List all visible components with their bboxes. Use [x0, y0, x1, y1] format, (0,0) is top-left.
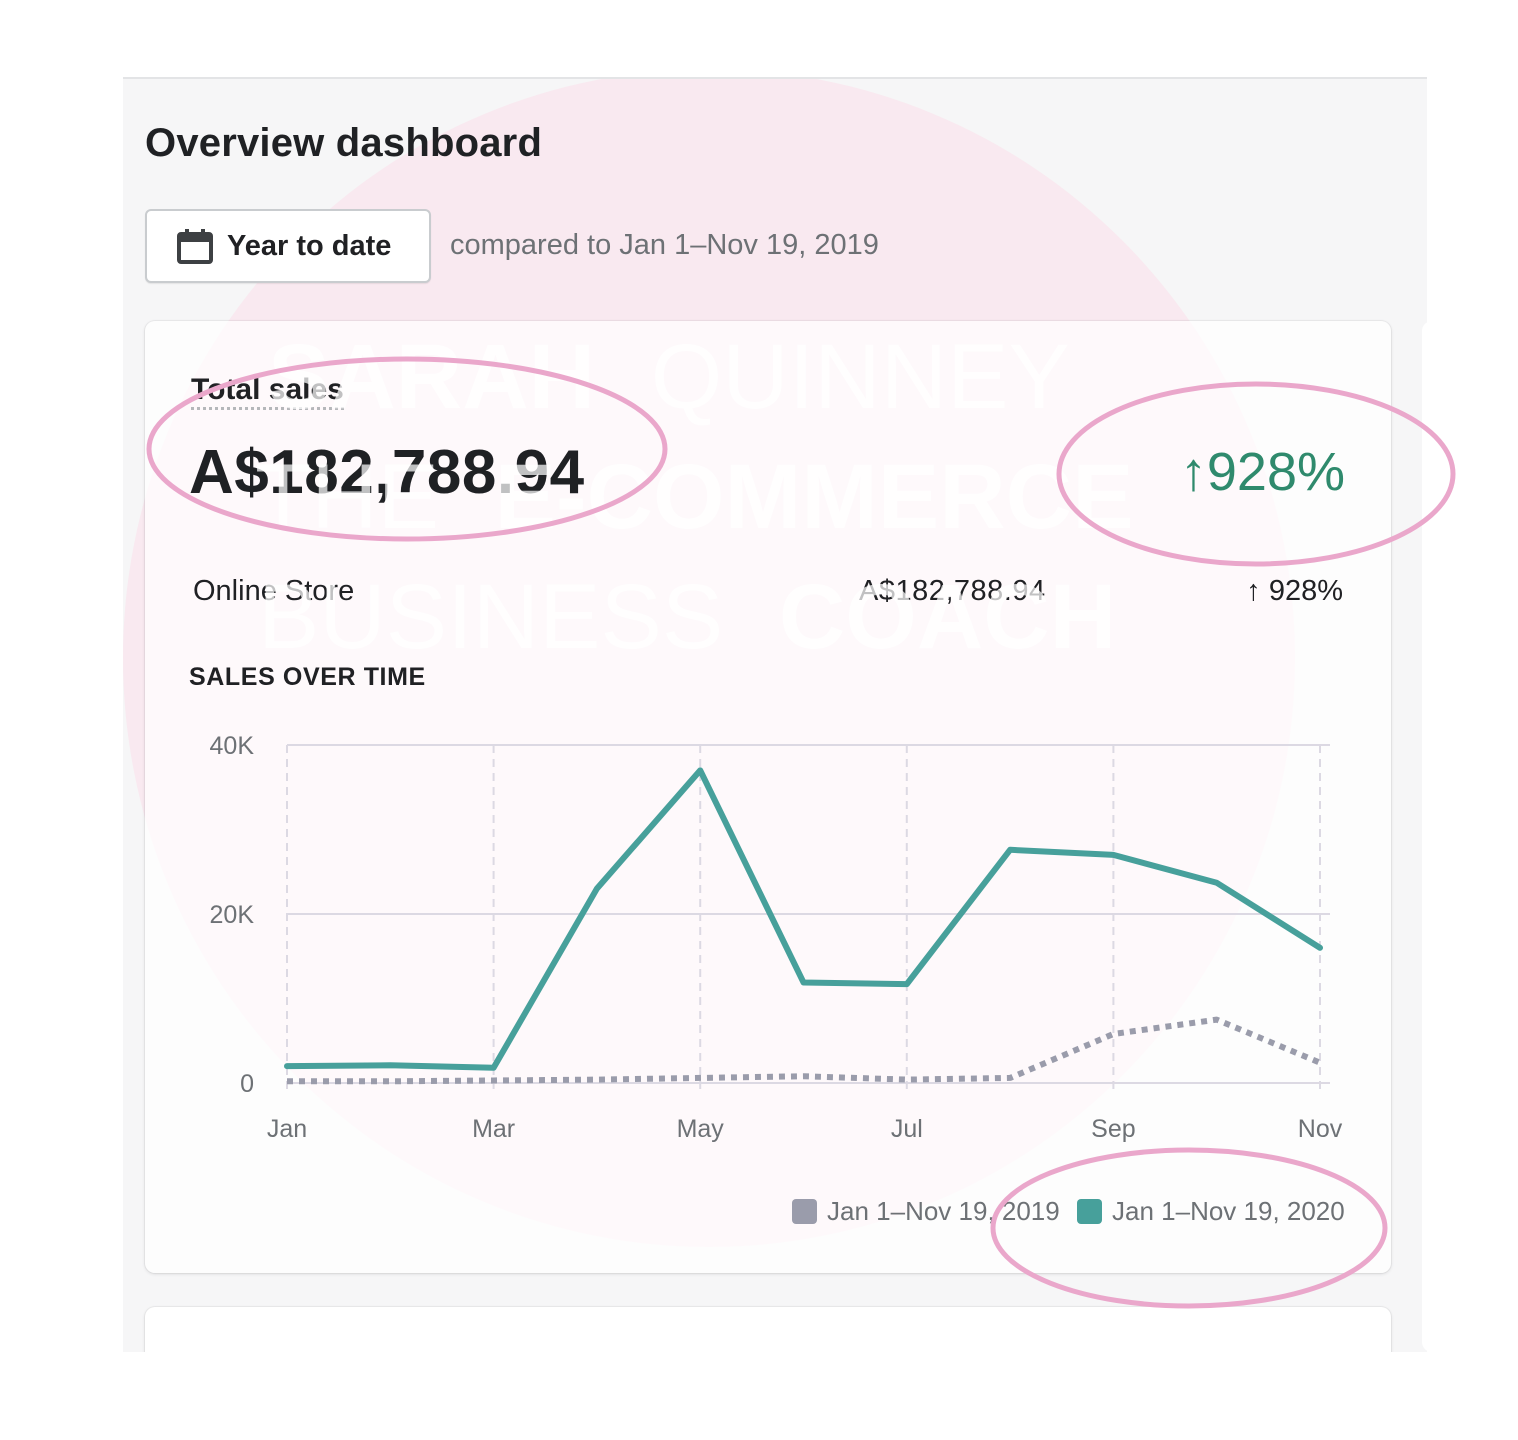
y-tick-label: 40K	[210, 732, 255, 760]
x-tick-label: Nov	[1298, 1115, 1343, 1143]
series-line-2	[284, 767, 1323, 1071]
watermark-word: COACH	[779, 566, 1116, 668]
x-tick-label: Sep	[1091, 1115, 1135, 1143]
x-tick-label: Jul	[891, 1115, 923, 1143]
svg-text:THE E-COMMERCE: THE E-COMMERCE	[255, 446, 1133, 548]
y-tick-label: 20K	[210, 901, 255, 929]
watermark-text: SARAH QUINNEY THE E-COMMERCE BUSINESS CO…	[255, 326, 1133, 668]
chart-axes: 40K 20K 0 Jan Mar May Jul Sep Nov	[210, 732, 1343, 1143]
watermark-word: BUSINESS	[258, 566, 723, 668]
chart-grid	[286, 744, 1330, 1093]
series-line-1	[287, 1016, 1322, 1085]
y-tick-label: 0	[240, 1070, 254, 1098]
legend-label-1: Jan 1–Nov 19, 2019	[827, 1196, 1060, 1226]
watermark-word: THE	[255, 446, 439, 548]
annotation-circle-legend	[990, 1147, 1388, 1309]
legend-swatch-1	[792, 1199, 817, 1224]
chart-series	[284, 767, 1323, 1085]
sales-chart-svg: SARAH QUINNEY THE E-COMMERCE BUSINESS CO…	[146, 326, 1456, 1309]
x-tick-label: May	[677, 1115, 725, 1143]
x-tick-label: Mar	[472, 1115, 515, 1143]
chart-legend: Jan 1–Nov 19, 2019 Jan 1–Nov 19, 2020	[792, 1196, 1345, 1226]
legend-label-2: Jan 1–Nov 19, 2020	[1112, 1196, 1345, 1226]
legend-swatch-2	[1077, 1199, 1102, 1224]
x-tick-label: Jan	[267, 1115, 307, 1143]
watermark-word: SARAH	[268, 326, 595, 428]
svg-text:SARAH QUINNEY: SARAH QUINNEY	[268, 326, 1070, 428]
watermark-word: E-COMMERCE	[495, 446, 1134, 548]
watermark-word: QUINNEY	[651, 326, 1070, 428]
svg-text:BUSINESS COACH: BUSINESS COACH	[258, 566, 1116, 668]
